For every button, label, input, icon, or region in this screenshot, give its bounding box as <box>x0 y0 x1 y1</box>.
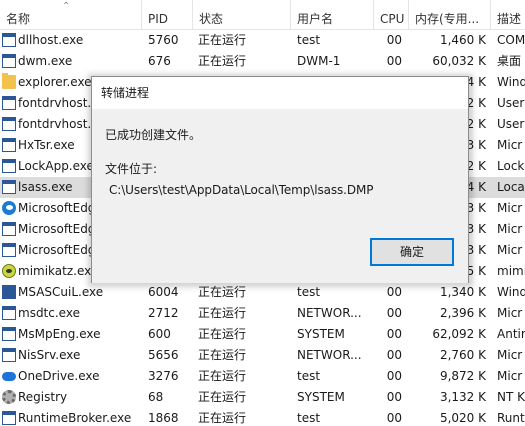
process-description: Micr <box>497 138 523 152</box>
process-cpu: 00 <box>386 33 402 47</box>
process-user: NETWOR... <box>297 348 362 362</box>
dialog-body: 已成功创建文件。 文件位于: C:\Users\test\AppData\Loc… <box>92 109 468 283</box>
process-description: Lock <box>497 159 525 173</box>
process-description: NT K <box>497 390 525 404</box>
process-status: 正在运行 <box>198 54 247 68</box>
process-row[interactable]: RuntimeBroker.exe 1868 正在运行 test 00 5,020 K Ru… <box>0 408 525 426</box>
column-header-memory[interactable]: 内存(专用... <box>409 0 491 30</box>
process-memory: 62,092 K <box>432 327 486 341</box>
process-description: 桌面 <box>497 54 522 68</box>
process-user: DWM-1 <box>297 54 341 68</box>
process-memory: 60,032 K <box>432 54 486 68</box>
process-row[interactable]: dllhost.exe 5760 正在运行 test 00 1,460 K COM <box>0 30 525 51</box>
process-user: test <box>297 369 321 383</box>
column-header-cpu[interactable]: CPU <box>374 0 409 30</box>
process-name: RuntimeBroker.exe <box>18 411 132 425</box>
process-memory: 2,760 K <box>439 348 486 362</box>
dialog-title: 转储进程 <box>92 77 468 109</box>
process-row[interactable]: OneDrive.exe 3276 正在运行 test 00 9,872 K Micr <box>0 366 525 387</box>
process-pid: 600 <box>148 327 171 341</box>
file-location-label: 文件位于: <box>105 162 158 176</box>
process-description: Loca <box>497 180 525 194</box>
process-row[interactable]: msdtc.exe 2712 正在运行 NETWOR... 00 2,396 K Micr <box>0 303 525 324</box>
process-cpu: 00 <box>386 54 402 68</box>
column-header-description[interactable]: 描述 <box>491 0 525 30</box>
process-name: msdtc.exe <box>18 306 80 320</box>
dump-process-dialog: 转储进程 已成功创建文件。 文件位于: C:\Users\test\AppDat… <box>91 76 469 283</box>
process-description: Antir <box>497 327 525 341</box>
process-description: mimi <box>497 264 525 278</box>
process-description: Micr <box>497 243 523 257</box>
process-description: Wind <box>497 75 525 89</box>
process-user: NETWOR... <box>297 306 362 320</box>
process-description: Micr <box>497 222 523 236</box>
process-name: NisSrv.exe <box>18 348 81 362</box>
process-name: MsMpEng.exe <box>18 327 101 341</box>
file-location-path: C:\Users\test\AppData\Local\Temp\lsass.D… <box>109 183 374 197</box>
process-memory: 9,872 K <box>439 369 486 383</box>
process-pid: 2712 <box>148 306 179 320</box>
process-description: Micr <box>497 369 523 383</box>
process-status: 正在运行 <box>198 327 247 341</box>
process-status: 正在运行 <box>198 411 247 425</box>
process-name: dllhost.exe <box>18 33 84 47</box>
dialog-message: 已成功创建文件。 <box>105 128 202 142</box>
process-user: test <box>297 33 321 47</box>
process-name: OneDrive.exe <box>18 369 100 383</box>
process-cpu: 00 <box>386 348 402 362</box>
process-description: Micr <box>497 348 523 362</box>
column-header-pid[interactable]: PID <box>142 0 193 30</box>
process-row[interactable]: Registry 68 正在运行 SYSTEM 00 3,132 K NT K <box>0 387 525 408</box>
process-user: SYSTEM <box>297 327 345 341</box>
process-cpu: 00 <box>386 327 402 341</box>
table-header: ⌃ 名称 PID 状态 用户名 CPU 内存(专用... 描述 <box>0 0 525 30</box>
process-row[interactable]: dwm.exe 676 正在运行 DWM-1 00 60,032 K 桌面 <box>0 51 525 72</box>
process-cpu: 00 <box>386 369 402 383</box>
process-status: 正在运行 <box>198 369 247 383</box>
process-status: 正在运行 <box>198 348 247 362</box>
process-cpu: 00 <box>386 411 402 425</box>
process-name: dwm.exe <box>18 54 73 68</box>
process-pid: 5760 <box>148 33 179 47</box>
process-memory: 2,396 K <box>439 306 486 320</box>
process-user: test <box>297 411 321 425</box>
process-pid: 5656 <box>148 348 179 362</box>
process-memory: 1,460 K <box>439 33 486 47</box>
column-header-user[interactable]: 用户名 <box>291 0 374 30</box>
column-header-status[interactable]: 状态 <box>193 0 291 30</box>
process-row[interactable]: NisSrv.exe 5656 正在运行 NETWOR... 00 2,760 K Micr <box>0 345 525 366</box>
process-cpu: 00 <box>386 390 402 404</box>
process-pid: 676 <box>148 54 171 68</box>
process-memory: 5,020 K <box>439 411 486 425</box>
process-description: Wind <box>497 285 525 299</box>
process-user: SYSTEM <box>297 390 345 404</box>
ok-button[interactable]: 确定 <box>370 238 454 266</box>
process-pid: 68 <box>148 390 164 404</box>
process-pid: 1868 <box>148 411 179 425</box>
process-pid: 3276 <box>148 369 179 383</box>
process-status: 正在运行 <box>198 306 247 320</box>
process-description: Runt <box>497 411 525 425</box>
process-description: User <box>497 96 525 110</box>
column-header-name[interactable]: 名称 <box>0 0 142 30</box>
process-cpu: 00 <box>386 306 402 320</box>
process-description: COM <box>497 33 525 47</box>
process-memory: 3,132 K <box>439 390 486 404</box>
process-description: User <box>497 117 525 131</box>
process-row[interactable]: MsMpEng.exe 600 正在运行 SYSTEM 00 62,092 K Antir <box>0 324 525 345</box>
process-name: Registry <box>18 390 68 404</box>
process-status: 正在运行 <box>198 390 247 404</box>
process-status: 正在运行 <box>198 33 247 47</box>
process-description: Micr <box>497 201 523 215</box>
process-description: Micr <box>497 306 523 320</box>
